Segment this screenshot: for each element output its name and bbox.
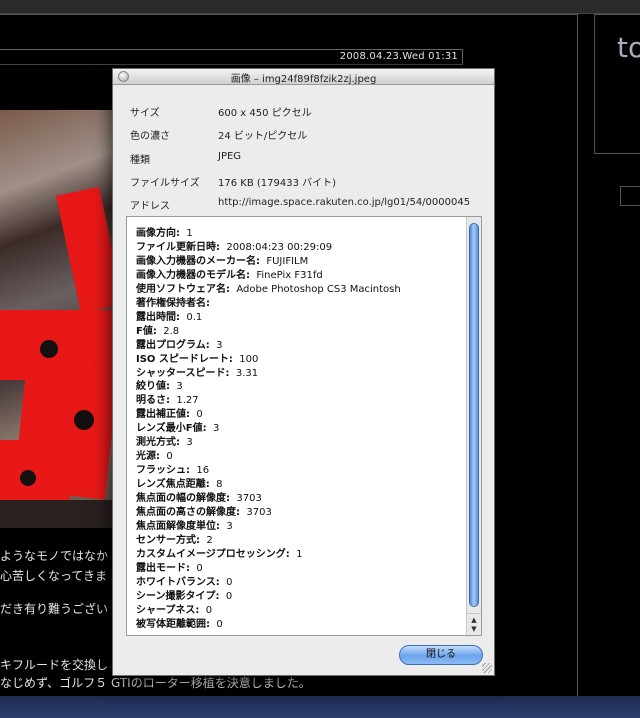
exif-row: シャッタースピード: 3.31	[136, 364, 258, 379]
close-button[interactable]: 閉じる	[399, 645, 483, 665]
info-value: 24 ビット/ピクセル	[218, 131, 308, 142]
exif-row: 露出補正値: 0	[136, 405, 203, 420]
info-value: JPEG	[218, 151, 242, 162]
info-row-type: 種類 JPEG	[113, 148, 494, 166]
exif-row: 焦点面解像度単位: 3	[136, 517, 233, 532]
info-value: 600 x 450 ピクセル	[218, 108, 312, 119]
exif-value: 3	[226, 520, 233, 532]
blog-text-line: キフルードを交換し	[0, 658, 109, 672]
blog-text-line: だき有り難うござい	[0, 602, 109, 616]
exif-row: フラッシュ: 16	[136, 461, 209, 476]
info-label: 種類	[130, 155, 150, 166]
exif-list[interactable]: 画像方向: 1 ファイル更新日時: 2008:04:23 00:29:09 画像入力…	[126, 216, 482, 636]
exif-row: 焦点面の高さの解像度: 3703	[136, 503, 272, 518]
window-title: 画像 – img24f89f8fzik2zj.jpeg	[230, 74, 377, 85]
page-top-strip	[0, 0, 640, 14]
window-titlebar[interactable]: 画像 – img24f89f8fzik2zj.jpeg	[113, 69, 494, 85]
exif-value: 1	[296, 548, 303, 560]
exif-row: ISO スピードレート: 100	[136, 350, 258, 365]
info-row-depth: 色の濃さ 24 ビット/ピクセル	[113, 124, 494, 142]
side-widget	[620, 186, 640, 206]
scrollbar[interactable]: ▲ ▼	[466, 217, 481, 635]
exif-row: 光源: 0	[136, 447, 173, 462]
info-value[interactable]: http://image.space.rakuten.co.jp/lg01/54…	[218, 197, 470, 208]
exif-value: 0	[225, 590, 233, 602]
image-info-window: 画像 – img24f89f8fzik2zj.jpeg サイズ 600 x 45…	[112, 68, 495, 676]
exif-value: 3.31	[235, 367, 259, 379]
exif-value: 3	[186, 437, 193, 449]
scroll-down-icon[interactable]: ▼	[467, 623, 481, 635]
exif-row: 測光方式: 3	[136, 433, 193, 448]
exif-key: 被写体距離範囲:	[136, 618, 210, 630]
post-photo[interactable]	[0, 110, 112, 528]
info-label: 色の濃さ	[130, 131, 170, 142]
exif-value: 3	[213, 423, 220, 435]
exif-row: 露出プログラム: 3	[136, 336, 222, 351]
exif-row: 被写体距離範囲: 0	[136, 615, 223, 630]
exif-value: Adobe Photoshop CS3 Macintosh	[236, 283, 401, 295]
exif-row: 画像方向: 1	[136, 224, 193, 239]
exif-row: シーン撮影タイプ: 0	[136, 587, 232, 602]
date-bar: 2008.04.23.Wed 01:31	[0, 49, 463, 65]
exif-row: 露出時間: 0.1	[136, 308, 202, 323]
post-date: 2008.04.23.Wed 01:31	[339, 51, 458, 62]
exif-row: カスタムイメージプロセッシング: 1	[136, 545, 303, 560]
info-row-size: サイズ 600 x 450 ピクセル	[113, 101, 494, 119]
scrollbar-thumb[interactable]	[469, 223, 479, 607]
info-value: 176 KB (179433 バイト)	[218, 178, 337, 189]
exif-row: センサー方式: 2	[136, 531, 213, 546]
exif-row: ホワイトバランス: 0	[136, 573, 233, 588]
exif-value: 0.1	[186, 311, 203, 323]
exif-row: 絞り値: 3	[136, 377, 183, 392]
info-row-filesize: ファイルサイズ 176 KB (179433 バイト)	[113, 171, 494, 189]
info-label: サイズ	[130, 108, 160, 119]
exif-row: 画像入力機器のモデル名: FinePix F31fd	[136, 266, 323, 281]
exif-row: 画像入力機器のメーカー名: FUJIFILM	[136, 252, 308, 267]
exif-row: 焦点面の幅の解像度: 3703	[136, 489, 262, 504]
blog-text-line: 心苦しくなってきま	[0, 569, 108, 583]
exif-row: レンズ焦点距離: 8	[136, 475, 223, 490]
blog-text-line: ようなモノではなか	[0, 549, 109, 563]
info-row-address: アドレス http://image.space.rakuten.co.jp/lg…	[113, 194, 494, 212]
exif-value: 3703	[246, 507, 272, 518]
exif-row: 明るさ: 1.27	[136, 391, 199, 406]
exif-row: レンズ最小F値: 3	[136, 419, 219, 434]
exif-row: F値: 2.8	[136, 322, 179, 337]
side-panel: to	[594, 14, 640, 154]
exif-row: 著作権保持者名:	[136, 294, 213, 309]
exif-row: 露出モード: 0	[136, 559, 203, 574]
resize-grip-icon[interactable]	[482, 663, 492, 673]
info-label: ファイルサイズ	[130, 178, 200, 189]
exif-row: シャープネス: 0	[136, 601, 212, 616]
page-bottom-bar	[0, 696, 640, 718]
exif-row: ファイル更新日時: 2008:04:23 00:29:09	[136, 238, 332, 253]
exif-row: 使用ソフトウェア名: Adobe Photoshop CS3 Macintosh	[136, 280, 401, 295]
exif-value: 0	[216, 618, 223, 630]
blog-text-line: なじめず、ゴルフ５ GTIのローター移植を決意しました。	[0, 676, 311, 690]
side-panel-text: to	[617, 31, 640, 64]
info-label: アドレス	[130, 201, 170, 212]
